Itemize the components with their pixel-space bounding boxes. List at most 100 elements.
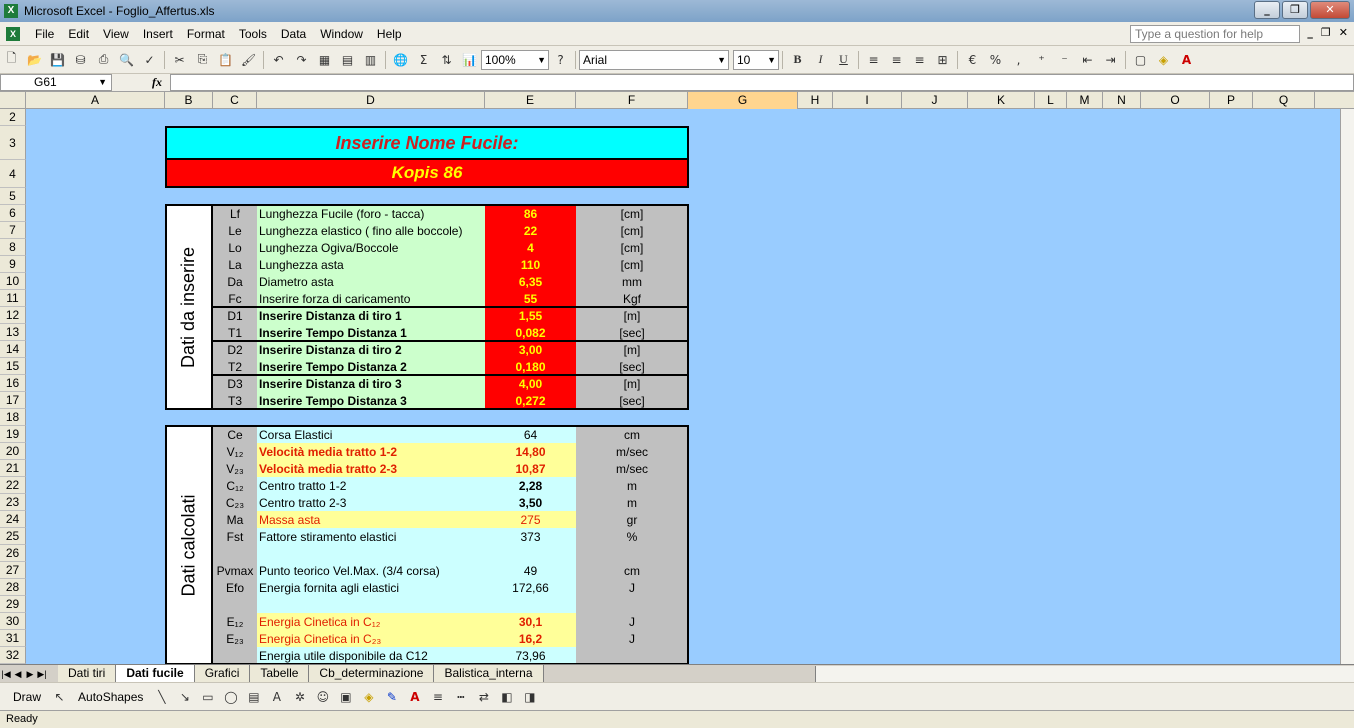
column-header[interactable]: B [165, 92, 213, 109]
workbook-restore-button[interactable]: ❐ [1321, 26, 1331, 39]
menu-data[interactable]: Data [274, 27, 313, 41]
line-style-icon[interactable]: ≡ [426, 686, 449, 708]
row-header[interactable]: 4 [0, 160, 26, 188]
column-header[interactable]: A [26, 92, 165, 109]
decrease-indent-icon[interactable]: ⇤ [1076, 49, 1099, 71]
menu-window[interactable]: Window [313, 27, 370, 41]
column-header[interactable]: F [576, 92, 688, 109]
column-header[interactable]: M [1067, 92, 1103, 109]
arrow-icon[interactable]: ↘ [173, 686, 196, 708]
diagram-icon[interactable]: ✲ [288, 686, 311, 708]
permission-icon[interactable]: ⛁ [69, 49, 92, 71]
underline-icon[interactable]: U [832, 49, 855, 71]
row-header[interactable]: 20 [0, 443, 26, 460]
row-header[interactable]: 2 [0, 109, 26, 126]
italic-icon[interactable]: I [809, 49, 832, 71]
redo-icon[interactable]: ↷ [290, 49, 313, 71]
line-color-icon[interactable]: ✎ [380, 686, 403, 708]
vertical-scrollbar[interactable] [1340, 109, 1354, 664]
fill-color-icon[interactable]: ◈ [357, 686, 380, 708]
row-header[interactable]: 21 [0, 460, 26, 477]
merge-center-icon[interactable]: ⊞ [931, 49, 954, 71]
fill-color-icon[interactable]: ◈ [1152, 49, 1175, 71]
column-header[interactable]: C [213, 92, 257, 109]
help-icon[interactable]: ? [549, 49, 572, 71]
shadow-icon[interactable]: ◧ [495, 686, 518, 708]
zoom-select[interactable]: 100% ▼ [481, 49, 549, 70]
save-icon[interactable]: 💾 [46, 49, 69, 71]
row-header[interactable]: 8 [0, 239, 26, 256]
increase-decimal-icon[interactable]: ⁺ [1030, 49, 1053, 71]
row-header[interactable]: 32 [0, 647, 26, 664]
wordart-icon[interactable]: A [265, 686, 288, 708]
currency-icon[interactable]: € [961, 49, 984, 71]
tab-balistica-interna[interactable]: Balistica_interna [434, 665, 544, 682]
column-header[interactable]: O [1141, 92, 1210, 109]
clipart-icon[interactable]: ☺ [311, 686, 334, 708]
prev-sheet-icon[interactable]: ◀ [12, 667, 24, 681]
menu-help[interactable]: Help [370, 27, 409, 41]
row-header[interactable]: 5 [0, 188, 26, 205]
grid-icon[interactable]: ▤ [336, 49, 359, 71]
workbook-minimize-button[interactable]: _ [1307, 26, 1313, 39]
row-header[interactable]: 29 [0, 596, 26, 613]
font-name-select[interactable]: Arial ▼ [579, 49, 729, 70]
column-header[interactable]: Q [1253, 92, 1315, 109]
workbook-close-button[interactable]: ✕ [1339, 26, 1348, 39]
spelling-icon[interactable]: ✓ [138, 49, 161, 71]
rifle-name-value[interactable]: Kopis 86 [165, 160, 689, 188]
tab-dati-tiri[interactable]: Dati tiri [58, 665, 117, 682]
menu-tools[interactable]: Tools [232, 27, 274, 41]
column-header[interactable]: L [1035, 92, 1067, 109]
bold-icon[interactable]: B [786, 49, 809, 71]
row-header[interactable]: 25 [0, 528, 26, 545]
row-header[interactable]: 31 [0, 630, 26, 647]
menu-insert[interactable]: Insert [136, 27, 180, 41]
borders-icon[interactable]: ▥ [359, 49, 382, 71]
row-header[interactable]: 24 [0, 511, 26, 528]
restore-button[interactable]: ❐ [1282, 1, 1308, 19]
column-header[interactable]: P [1210, 92, 1253, 109]
cut-icon[interactable]: ✂ [168, 49, 191, 71]
open-icon[interactable]: 📂 [23, 49, 46, 71]
workbook-icon[interactable]: X [6, 26, 20, 41]
row-header[interactable]: 11 [0, 290, 26, 307]
row-header[interactable]: 16 [0, 375, 26, 392]
oval-icon[interactable]: ◯ [219, 686, 242, 708]
increase-indent-icon[interactable]: ⇥ [1099, 49, 1122, 71]
print-icon[interactable]: ⎙ [92, 49, 115, 71]
row-header[interactable]: 27 [0, 562, 26, 579]
percent-icon[interactable]: % [984, 49, 1007, 71]
row-header[interactable]: 12 [0, 307, 26, 324]
name-box[interactable]: G61 ▼ [0, 74, 112, 91]
row-header[interactable]: 26 [0, 545, 26, 562]
paste-icon[interactable]: 📋 [214, 49, 237, 71]
formula-input[interactable] [170, 74, 1354, 91]
undo-icon[interactable]: ↶ [267, 49, 290, 71]
column-header[interactable]: E [485, 92, 576, 109]
new-icon[interactable]: 🗋 [0, 49, 23, 71]
font-color-icon[interactable]: A [1175, 49, 1198, 71]
horizontal-scrollbar[interactable] [815, 666, 1354, 682]
menu-view[interactable]: View [96, 27, 136, 41]
table-icon[interactable]: ▦ [313, 49, 336, 71]
tab-grafici[interactable]: Grafici [194, 665, 251, 682]
column-header[interactable]: N [1103, 92, 1141, 109]
column-header[interactable]: K [968, 92, 1035, 109]
row-header[interactable]: 18 [0, 409, 26, 426]
column-header[interactable]: J [902, 92, 968, 109]
align-center-icon[interactable]: ≡ [885, 49, 908, 71]
autosum-icon[interactable]: Σ [412, 49, 435, 71]
dash-style-icon[interactable]: ┅ [449, 686, 472, 708]
select-all-corner[interactable] [0, 92, 26, 109]
rectangle-icon[interactable]: ▭ [196, 686, 219, 708]
row-header[interactable]: 3 [0, 126, 26, 160]
row-header[interactable]: 17 [0, 392, 26, 409]
column-header[interactable]: D [257, 92, 485, 109]
arrow-style-icon[interactable]: ⇄ [472, 686, 495, 708]
borders-dropdown-icon[interactable]: ▢ [1129, 49, 1152, 71]
menu-format[interactable]: Format [180, 27, 232, 41]
row-header[interactable]: 23 [0, 494, 26, 511]
font-size-select[interactable]: 10 ▼ [733, 49, 779, 70]
column-header[interactable]: H [798, 92, 833, 109]
